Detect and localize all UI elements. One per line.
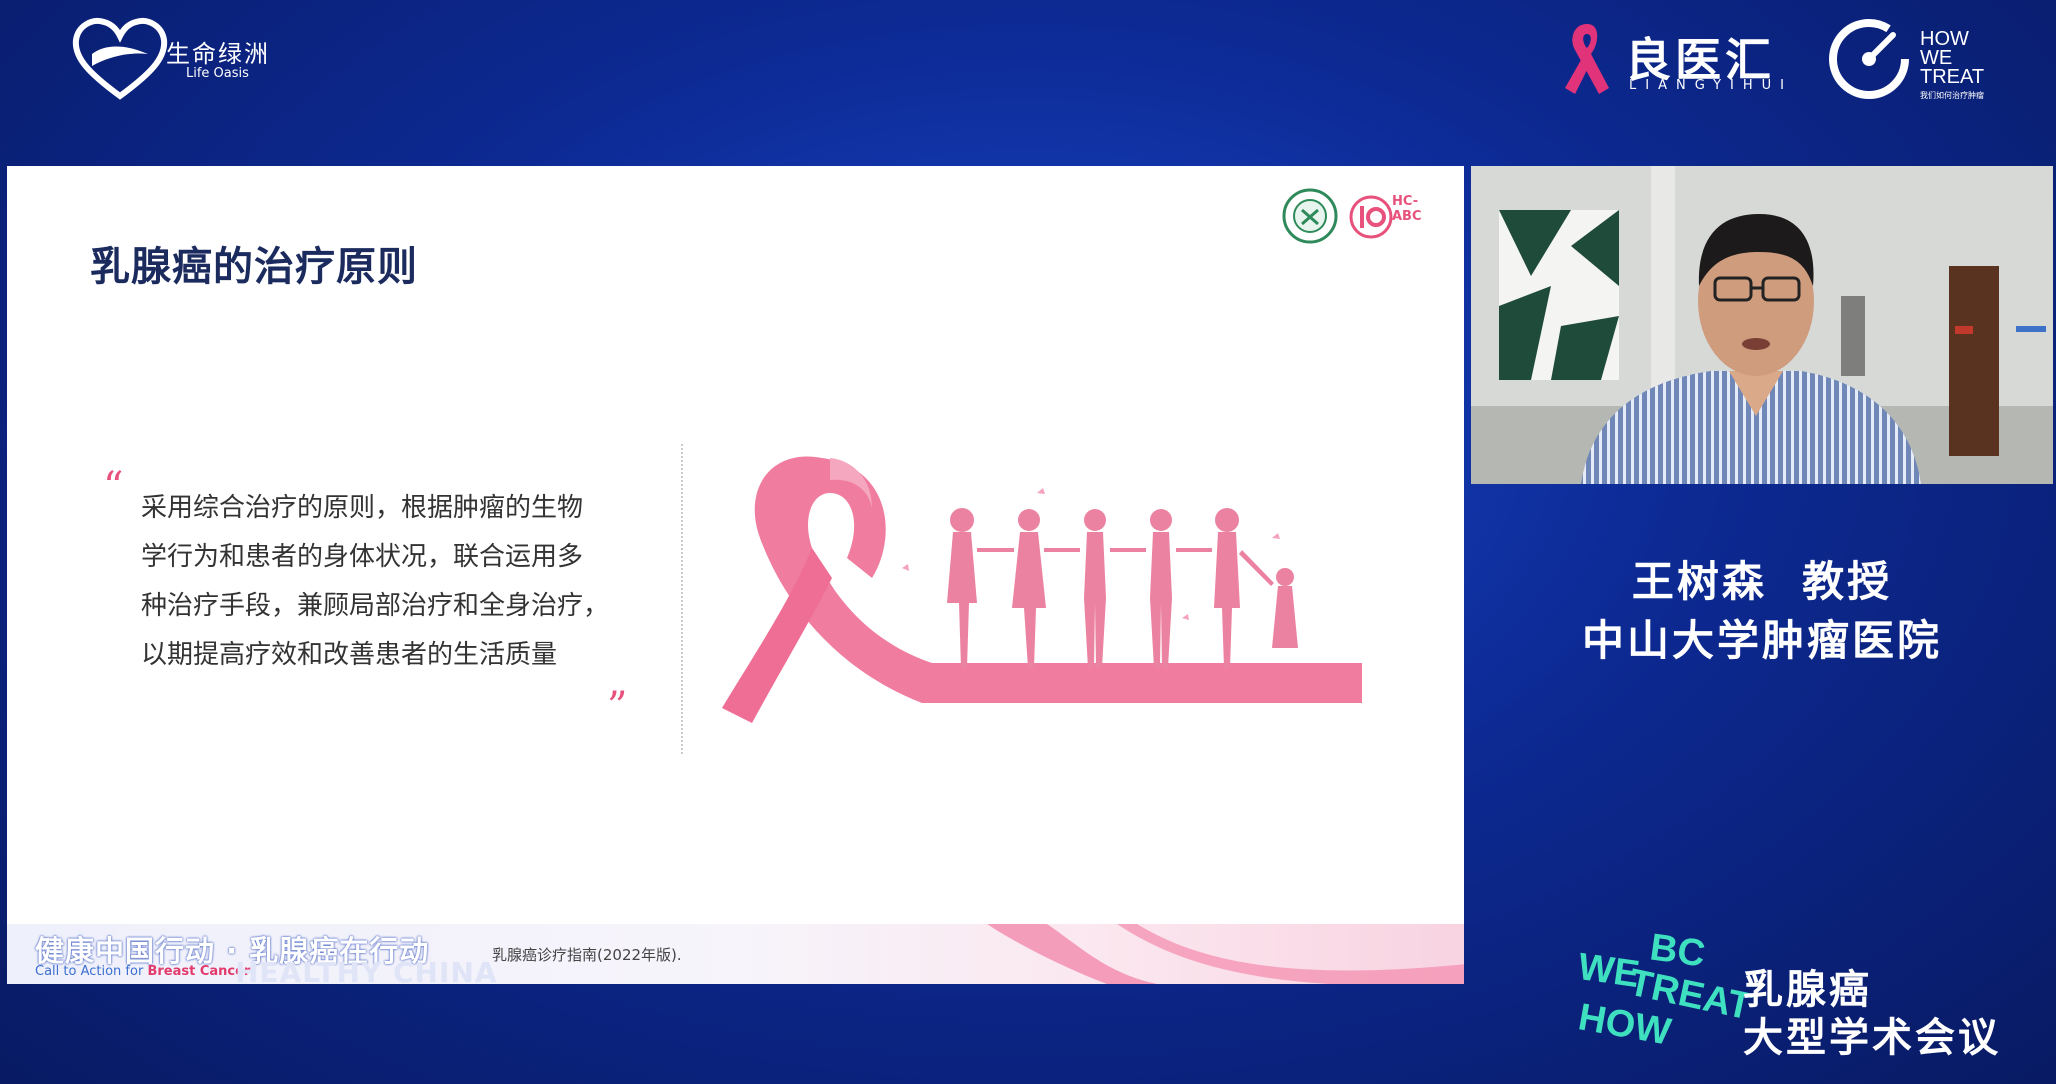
liangyihui-logo: 良医汇 LIANGYIHUI [1555,14,1795,104]
liangyihui-en: LIANGYIHUI [1629,78,1794,93]
quote-line: 学行为和患者的身体状况，联合运用多 [141,542,584,572]
treat-word: TREAT [1920,66,1985,88]
quote-line: 种治疗手段，兼顾局部治疗和全身治疗， [141,591,610,621]
dotted-divider [681,444,683,754]
hc-abc-badge: HC-ABC [1392,194,1422,224]
how-we-treat-subtitle: 我们如何治疗肿瘤 [1920,91,1984,100]
footer-ribbon-decoration [987,924,1464,984]
slide-footer-banner: 健康中国行动 · 乳腺癌在行动 Call to Action for Breas… [7,924,1464,984]
quote-close-mark: ” [607,684,628,730]
video-frame: { "top_logos": { "life_oasis": {"cn": "生… [0,0,2056,1084]
speaker-webcam-feed [1471,166,2053,484]
life-oasis-cn: 生命绿洲 [166,40,270,68]
life-oasis-logo: 生命绿洲 Life Oasis [70,14,290,104]
quote-line: 采用综合治疗的原则，根据肿瘤的生物 [141,493,584,523]
webcam-scene-image [1471,166,2053,484]
quote-open-mark: “ [103,464,124,510]
quote-text: 采用综合治疗的原则，根据肿瘤的生物 学行为和患者的身体状况，联合运用多 种治疗手… [141,484,661,680]
presentation-slide: 乳腺癌的治疗原则 HC-ABC “ 采用综合治疗的原则，根据肿瘤的生物 学行为和… [7,166,1464,984]
pink-ribbon-women-illustration [722,456,1362,723]
we-treat-bc-how-logo: WE BC TREAT HOW [1572,926,1755,1070]
gauge-icon [1829,19,1909,99]
heart-logo-icon [72,18,168,100]
footer-campaign-subtitle: Call to Action for Breast Cancer [35,964,250,979]
footer-reference: 乳腺癌诊疗指南(2022年版). [492,946,682,964]
how-we-treat-logo: HOW WE TREAT 我们如何治疗肿瘤 [1820,10,2020,105]
how-we-treat-text: HOW WE TREAT [1920,29,1985,88]
speaker-organization: 中山大学肿瘤医院 [1581,616,1942,665]
footer-healthy-china: HEALTHY CHINA [235,956,498,984]
quote-line: 以期提高疗效和改善患者的生活质量 [141,640,558,670]
anniversary-10-icon [1349,195,1393,239]
slide-org-logos: HC-ABC [1282,188,1442,248]
conference-title-line2: 大型学术会议 [1743,1015,2001,1061]
pink-ribbon-icon [1565,24,1609,94]
association-seal-icon [1282,188,1338,244]
footer-en-prefix: Call to Action for [35,964,148,979]
speaker-name: 王树森 教授 [1631,557,1893,606]
life-oasis-en: Life Oasis [186,66,249,81]
slide-title: 乳腺癌的治疗原则 [90,244,418,290]
